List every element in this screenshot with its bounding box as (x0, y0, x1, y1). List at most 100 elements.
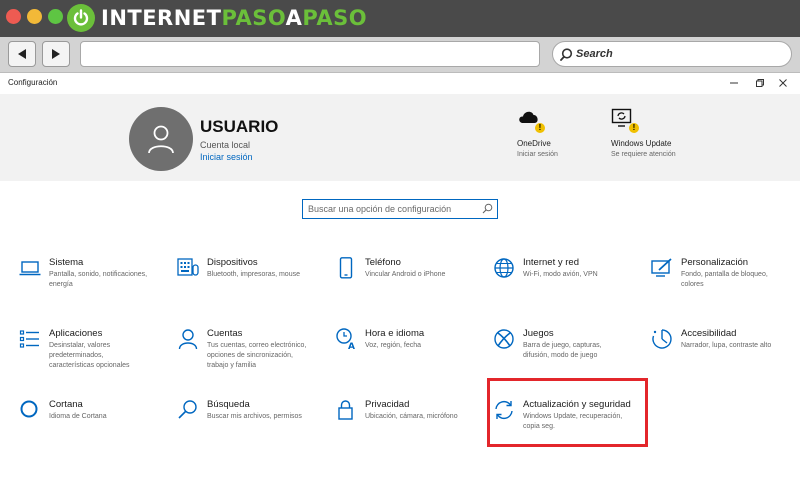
phone-icon (339, 257, 353, 279)
description-line: Fondo, pantalla de bloqueo, (681, 271, 768, 278)
category-description: Narrador, lupa, contraste alto (681, 341, 800, 351)
user-icon (148, 125, 174, 154)
category-title: Cuentas (207, 328, 243, 339)
account-header: USUARIO Cuenta local Iniciar sesión ! On… (0, 94, 800, 181)
power-icon (67, 4, 95, 32)
xbox-icon (494, 329, 514, 349)
description-line: Wi-Fi, modo avión, VPN (523, 271, 598, 278)
description-line: colores (681, 281, 704, 288)
category-description: Windows Update, recuperación, copia seg. (523, 412, 647, 432)
search-icon (560, 47, 573, 61)
category-description: Buscar mis archivos, permisos (207, 412, 331, 422)
category-title: Teléfono (365, 257, 401, 268)
close-window-button[interactable] (6, 9, 21, 24)
windows-update-status[interactable]: ! Windows Update Se requiere atención (611, 108, 731, 158)
category-title: Internet y red (523, 257, 579, 268)
logo-text-paso-2: PASO (302, 6, 368, 30)
description-line: Windows Update, recuperación, (523, 413, 623, 420)
description-line: características opcionales (49, 362, 130, 369)
avatar[interactable] (129, 107, 193, 171)
category-title: Búsqueda (207, 399, 250, 410)
logo-text-a: A (285, 6, 303, 30)
account-type: Cuenta local (200, 140, 251, 150)
description-line: predeterminados, (49, 352, 104, 359)
arrow-left-icon (18, 49, 26, 59)
category-title: Accesibilidad (681, 328, 737, 339)
category-description: Fondo, pantalla de bloqueo, colores (681, 270, 800, 290)
description-line: Pantalla, sonido, notificaciones, (49, 271, 148, 278)
description-line: Narrador, lupa, contraste alto (681, 342, 772, 349)
settings-titlebar: Configuración (0, 73, 800, 94)
description-line: Vincular Android o iPhone (365, 271, 446, 278)
apps-list-icon (19, 330, 39, 348)
browser-search-field[interactable]: Search (552, 41, 792, 67)
category-title: Dispositivos (207, 257, 258, 268)
search-label: Search (576, 48, 613, 60)
signin-link[interactable]: Iniciar sesión (200, 152, 253, 162)
onedrive-icon: ! (517, 108, 545, 133)
minimize-button[interactable] (726, 76, 742, 90)
search-icon (178, 400, 197, 419)
description-line: Ubicación, cámara, micrófono (365, 413, 458, 420)
category-title: Aplicaciones (49, 328, 103, 339)
windows-update-title: Windows Update (611, 139, 672, 148)
minimize-icon (730, 82, 738, 84)
description-line: Voz, región, fecha (365, 342, 422, 349)
category-title: Hora e idioma (365, 328, 425, 339)
settings-search[interactable] (302, 199, 498, 219)
restore-icon (756, 79, 764, 87)
laptop-icon (19, 261, 41, 276)
forward-button[interactable] (42, 41, 70, 67)
address-bar[interactable] (80, 41, 540, 67)
description-line: Desinstalar, valores (49, 342, 111, 349)
maximize-button[interactable] (752, 76, 768, 90)
description-line: trabajo y familia (207, 362, 257, 369)
category-description: Pantalla, sonido, notificaciones, energí… (49, 270, 173, 290)
category-title: Juegos (523, 328, 554, 339)
settings-search-input[interactable] (308, 202, 478, 216)
accessibility-icon (652, 329, 672, 349)
category-description: Bluetooth, impresoras, mouse (207, 270, 331, 280)
description-line: Barra de juego, capturas, (523, 342, 602, 349)
person-icon (178, 329, 198, 350)
windows-update-subtitle: Se requiere atención (611, 151, 676, 158)
close-button[interactable] (775, 76, 791, 90)
clock-language-icon: A (336, 328, 355, 350)
cortana-icon (20, 400, 38, 418)
window-title: Configuración (8, 78, 58, 87)
category-description: Idioma de Cortana (49, 412, 173, 422)
description-line: energía (49, 281, 73, 288)
globe-icon (494, 258, 514, 278)
minimize-window-button[interactable] (27, 9, 42, 24)
category-title: Privacidad (365, 399, 410, 410)
category-title: Cortana (49, 399, 83, 410)
warning-icon: ! (629, 123, 639, 133)
logo-text-internet: INTERNET (101, 6, 222, 30)
category-title: Sistema (49, 257, 84, 268)
search-icon (482, 203, 493, 214)
category-description: Tus cuentas, correo electrónico, opcione… (207, 341, 331, 371)
category-description: Vincular Android o iPhone (365, 270, 489, 280)
description-line: Bluetooth, impresoras, mouse (207, 271, 300, 278)
category-description: Barra de juego, capturas, difusión, modo… (523, 341, 647, 361)
category-description: Ubicación, cámara, micrófono (365, 412, 489, 422)
category-description: Voz, región, fecha (365, 341, 489, 351)
site-logo: INTERNETPASOAPASO (67, 3, 367, 33)
category-description: Desinstalar, valores predeterminados, ca… (49, 341, 173, 371)
sync-icon (495, 400, 513, 420)
lock-icon (338, 400, 353, 420)
description-line: Tus cuentas, correo electrónico, (207, 342, 307, 349)
close-icon (779, 79, 787, 87)
windows-update-icon: ! (611, 108, 639, 133)
description-line: Idioma de Cortana (49, 413, 107, 420)
warning-icon: ! (535, 123, 545, 133)
zoom-window-button[interactable] (48, 9, 63, 24)
back-button[interactable] (8, 41, 36, 67)
category-title: Actualización y seguridad (523, 399, 631, 410)
arrow-right-icon (52, 49, 60, 59)
category-title: Personalización (681, 257, 749, 268)
browser-titlebar: INTERNETPASOAPASO (0, 0, 800, 37)
description-line: difusión, modo de juego (523, 352, 598, 359)
user-name: USUARIO (200, 117, 279, 136)
description-line: Buscar mis archivos, permisos (207, 413, 302, 420)
